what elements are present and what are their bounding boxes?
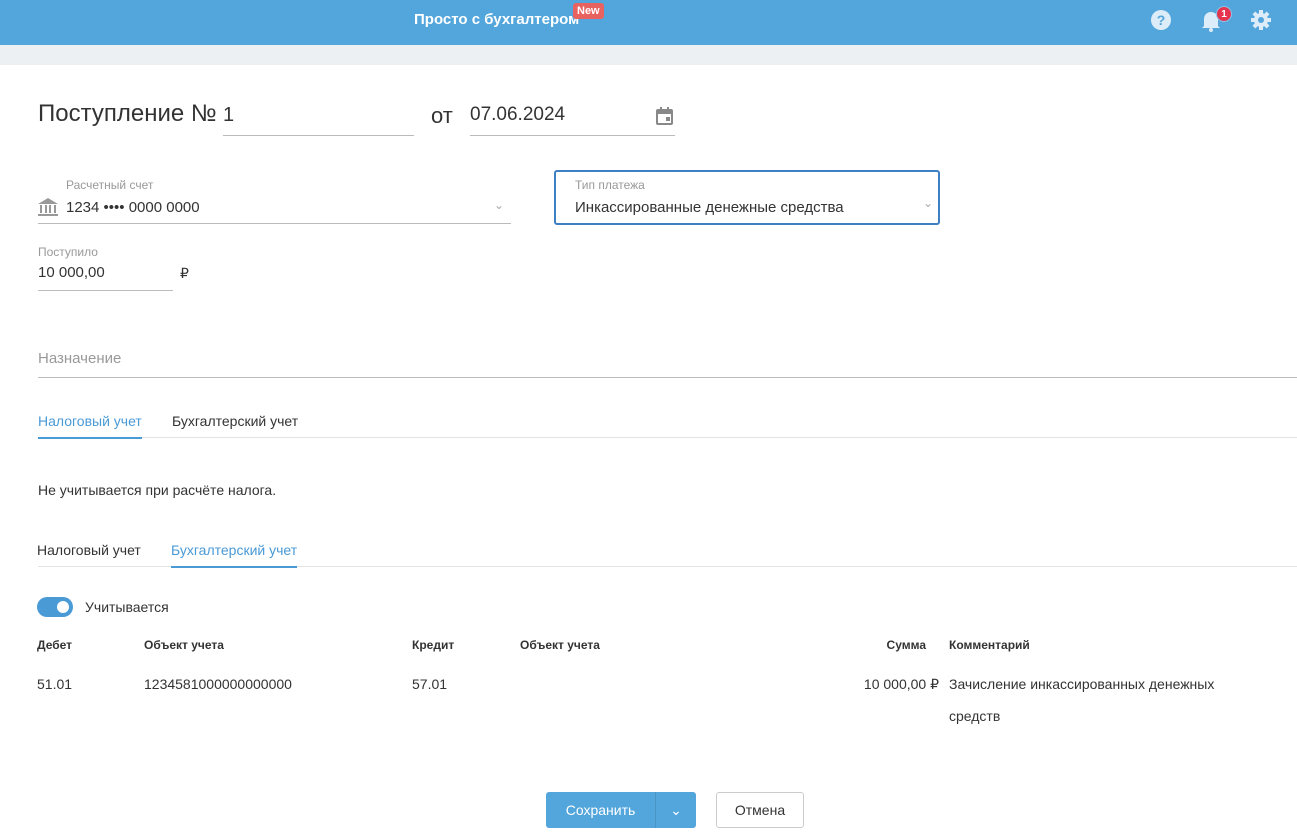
- chevron-down-icon[interactable]: ⌄: [923, 196, 933, 210]
- header-amount: Сумма: [886, 638, 926, 652]
- save-options-chevron-icon[interactable]: ⌄: [655, 792, 696, 828]
- tab-tax-accounting[interactable]: Налоговый учет: [37, 542, 141, 566]
- cell-debit-object: 1234581000000000000: [144, 676, 292, 692]
- sub-header-strip: [0, 45, 1297, 65]
- purpose-input[interactable]: Назначение: [38, 350, 1297, 378]
- tabs-divider: [38, 437, 1297, 438]
- page-title: Поступление №: [38, 100, 217, 127]
- cancel-button[interactable]: Отмена: [716, 792, 804, 828]
- received-label: Поступило: [38, 245, 98, 259]
- accounting-toggle[interactable]: [37, 597, 73, 617]
- save-button-group: Сохранить ⌄: [546, 792, 696, 828]
- tab-tax-accounting[interactable]: Налоговый учет: [38, 413, 142, 439]
- svg-text:?: ?: [1157, 12, 1166, 28]
- new-badge: New: [573, 3, 604, 19]
- save-button[interactable]: Сохранить: [546, 792, 655, 828]
- gear-icon[interactable]: [1250, 9, 1272, 31]
- tab-accounting[interactable]: Бухгалтерский учет: [171, 542, 298, 568]
- toggle-label: Учитывается: [85, 599, 169, 615]
- cell-amount: 10 000,00 ₽: [863, 676, 939, 692]
- calendar-icon[interactable]: [655, 106, 675, 126]
- header-credit-object: Объект учета: [520, 638, 600, 652]
- top-bar: [0, 0, 1297, 45]
- from-label: от: [431, 103, 453, 128]
- header-debit: Дебет: [37, 638, 73, 652]
- chevron-down-icon[interactable]: ⌄: [494, 198, 504, 212]
- cell-comment: Зачисление инкассированных денежных сред…: [949, 676, 1215, 724]
- currency-label: ₽: [180, 265, 189, 281]
- header-debit-object: Объект учета: [144, 638, 224, 652]
- tab-accounting[interactable]: Бухгалтерский учет: [172, 413, 298, 437]
- account-label: Расчетный счет: [66, 178, 154, 192]
- help-icon[interactable]: ?: [1150, 9, 1172, 31]
- payment-type-label: Тип платежа: [575, 178, 645, 192]
- cell-debit: 51.01: [37, 676, 73, 692]
- header-credit: Кредит: [412, 638, 455, 652]
- cell-credit: 57.01: [412, 676, 448, 692]
- payment-type-value: Инкассированные денежные средства: [575, 199, 844, 216]
- date-input[interactable]: 07.06.2024: [470, 104, 675, 136]
- notification-count: 1: [1216, 6, 1232, 22]
- document-number-input[interactable]: 1: [223, 104, 414, 136]
- account-value: 1234 •••• 0000 0000: [66, 199, 200, 216]
- received-amount-input[interactable]: 10 000,00: [38, 264, 173, 291]
- header-comment: Комментарий: [949, 638, 1030, 652]
- tax-note: Не учитывается при расчёте налога.: [38, 482, 277, 498]
- app-title[interactable]: Просто с бухгалтером: [414, 11, 579, 28]
